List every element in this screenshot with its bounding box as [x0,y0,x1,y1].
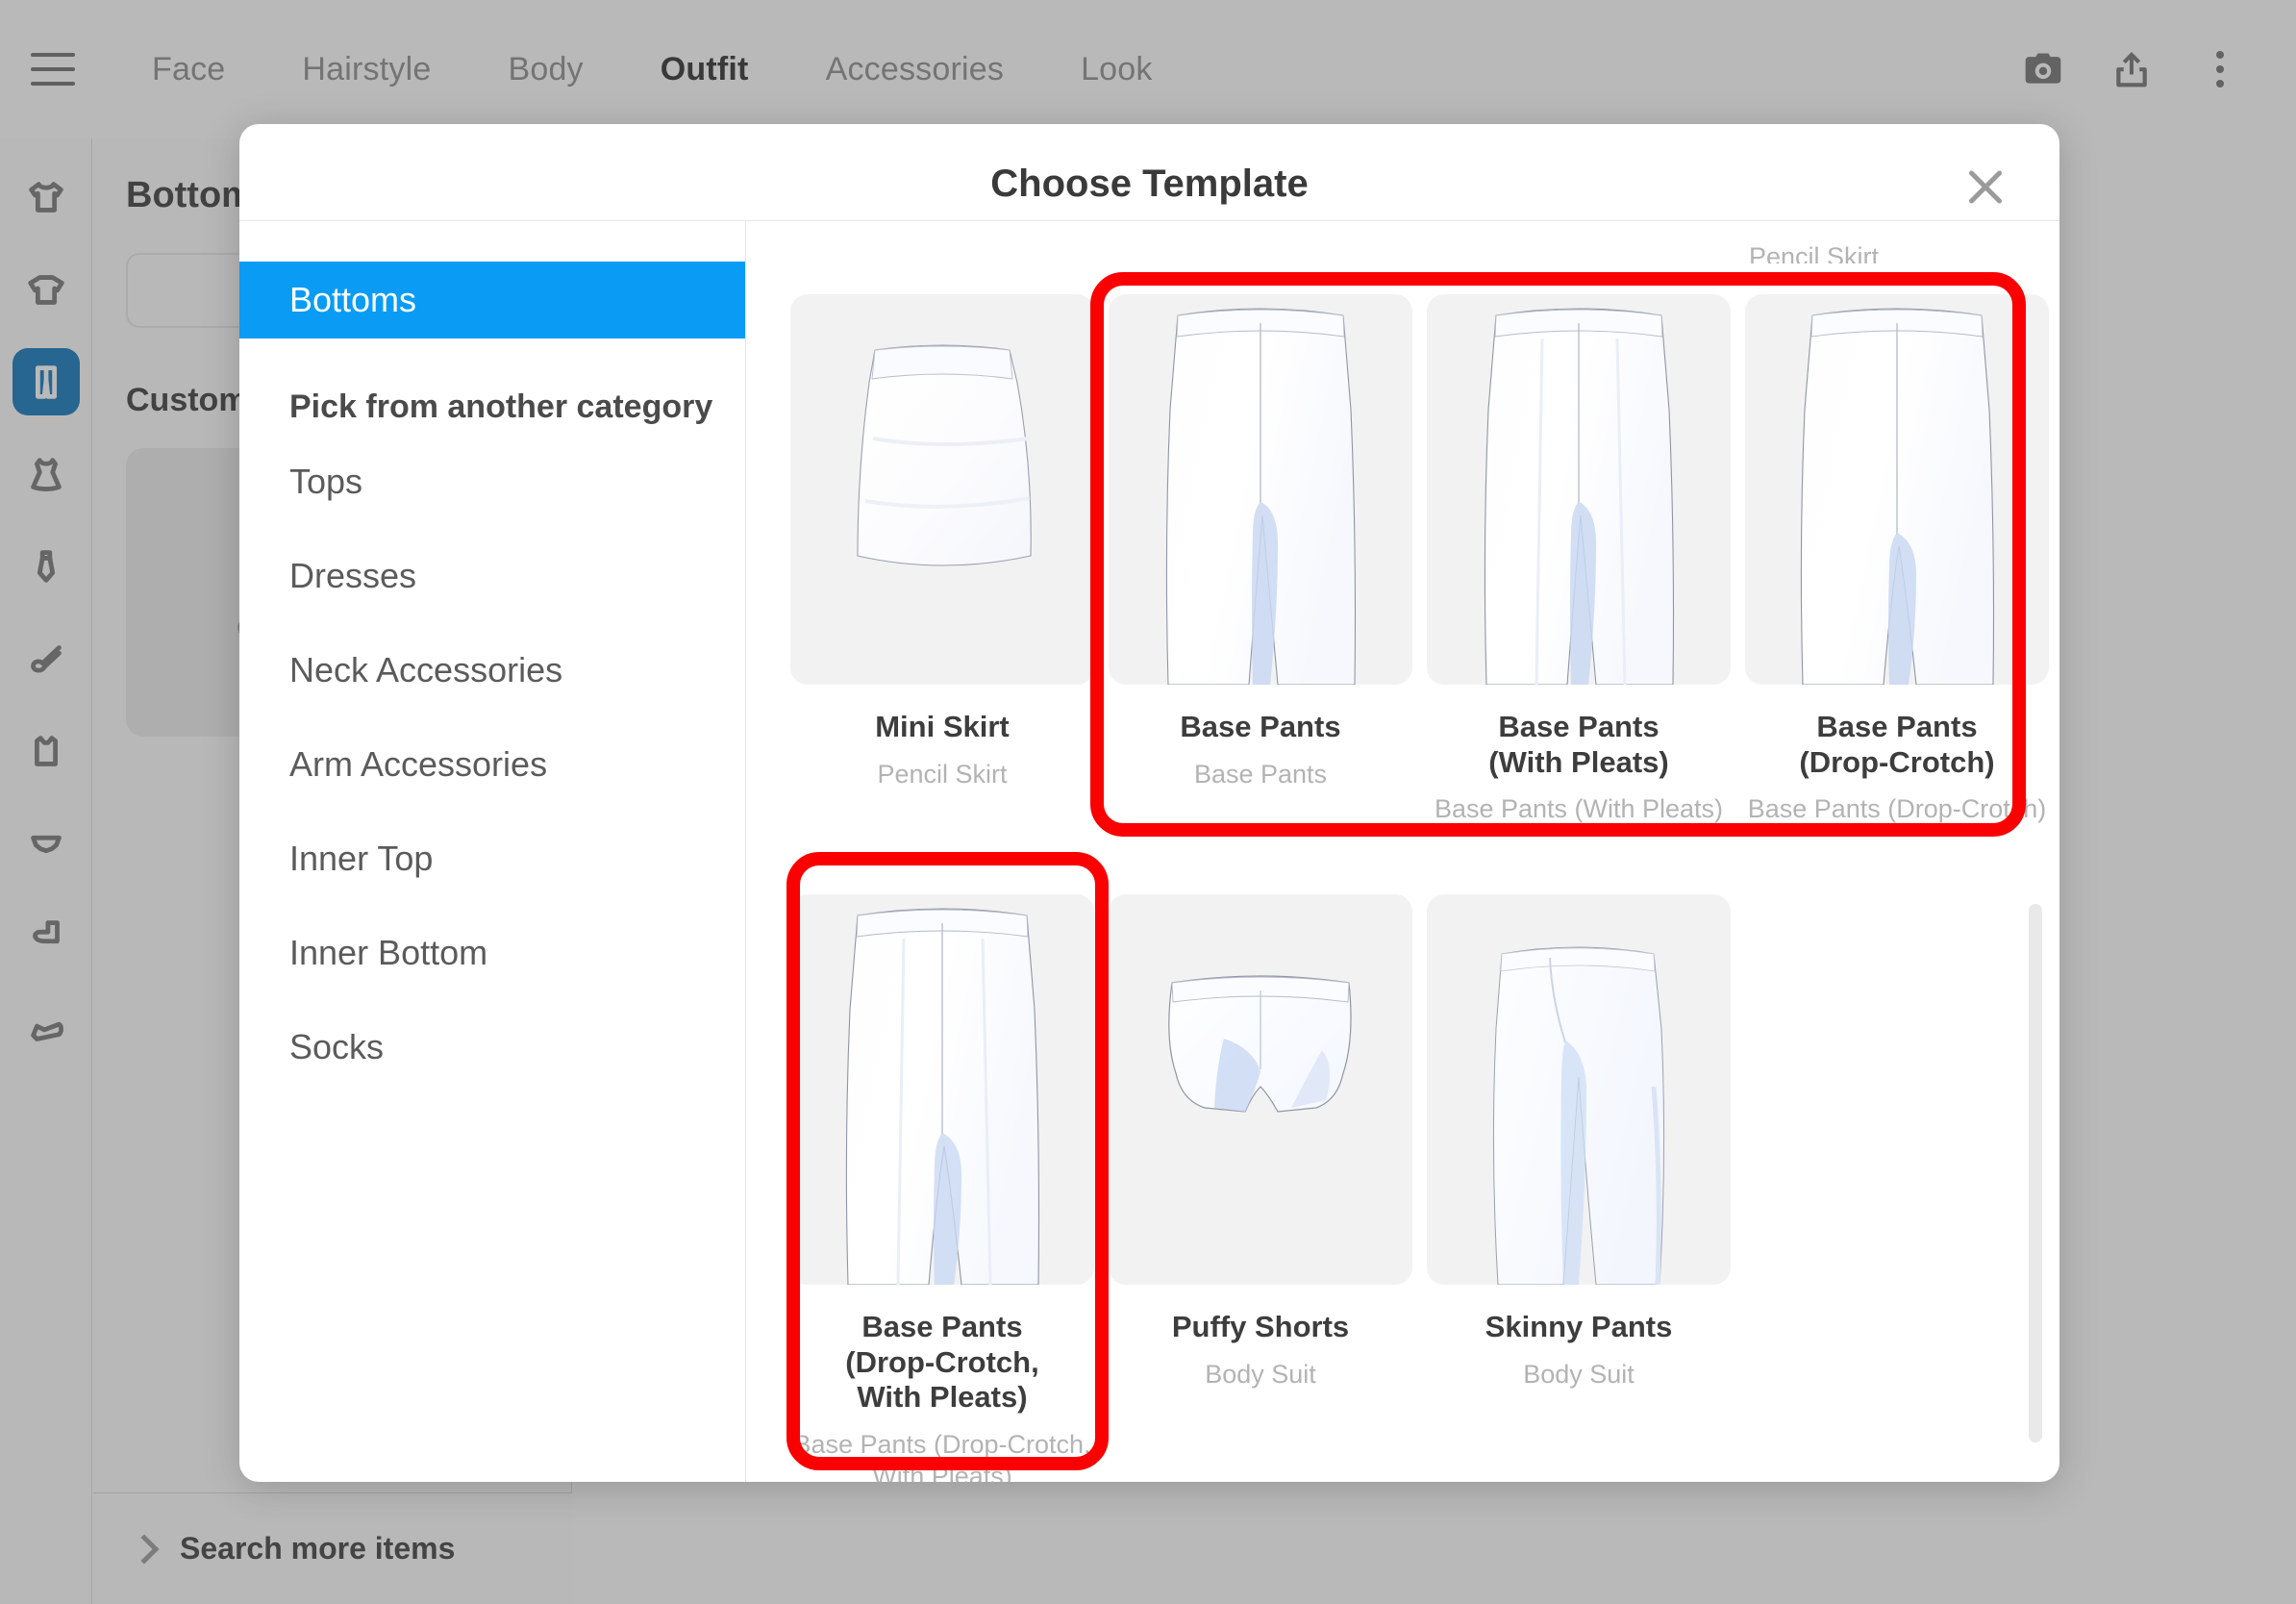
choose-template-modal: Choose Template Bottoms Pick from anothe… [239,124,2059,1482]
clipped-previous-row-label: Pencil Skirt [1749,242,1879,263]
modal-header: Choose Template [239,124,2059,220]
template-subtitle: Base Pants (With Pleats) [1427,793,1731,825]
template-grid-row-2: Base Pants(Drop-Crotch,With Pleats) Base… [790,894,2015,1482]
template-card-base-pants[interactable]: Base Pants Base Pants [1109,294,1412,825]
template-card-base-pants-drop-crotch-with-pleats[interactable]: Base Pants(Drop-Crotch,With Pleats) Base… [790,894,1094,1482]
template-card-base-pants-drop-crotch[interactable]: Base Pants(Drop-Crotch) Base Pants (Drop… [1745,294,2049,825]
template-name: Skinny Pants [1427,1310,1731,1345]
template-name: Base Pants(With Pleats) [1427,710,1731,780]
sidebar-section-heading: Pick from another category [239,388,745,426]
template-subtitle: Base Pants (Drop-Crotch,With Pleats) [790,1429,1094,1482]
template-subtitle: Base Pants [1109,759,1412,790]
sidebar-item-inner-top[interactable]: Inner Top [239,820,745,897]
sidebar-item-bottoms[interactable]: Bottoms [239,262,745,338]
modal-title: Choose Template [239,163,2059,206]
vertical-scrollbar[interactable] [2029,904,2042,1442]
thumbnail-puffy-shorts [1109,894,1412,1285]
thumbnail-base-pants-drop-crotch [1745,294,2049,685]
template-name: Base Pants [1109,710,1412,745]
template-card-base-pants-with-pleats[interactable]: Base Pants(With Pleats) Base Pants (With… [1427,294,1731,825]
template-grid-row-1: Mini Skirt Pencil Skirt [790,294,2015,825]
thumbnail-base-pants-drop-crotch-with-pleats [790,894,1094,1285]
template-name: Mini Skirt [790,710,1094,745]
template-grid-panel: Pencil Skirt [746,220,2059,1482]
sidebar-item-inner-bottom[interactable]: Inner Bottom [239,915,745,991]
thumbnail-base-pants [1109,294,1412,685]
sidebar-item-dresses[interactable]: Dresses [239,538,745,614]
template-name: Puffy Shorts [1109,1310,1412,1345]
template-subtitle: Body Suit [1427,1359,1731,1391]
template-subtitle: Pencil Skirt [790,759,1094,790]
template-scroll-area[interactable]: Pencil Skirt [746,221,2059,1482]
sidebar-item-socks[interactable]: Socks [239,1009,745,1086]
template-card-mini-skirt[interactable]: Mini Skirt Pencil Skirt [790,294,1094,825]
template-name: Base Pants(Drop-Crotch,With Pleats) [790,1310,1094,1416]
sidebar-item-tops[interactable]: Tops [239,443,745,520]
template-name: Base Pants(Drop-Crotch) [1745,710,2049,780]
thumbnail-skinny-pants [1427,894,1731,1285]
template-card-skinny-pants[interactable]: Skinny Pants Body Suit [1427,894,1731,1482]
thumbnail-base-pants-with-pleats [1427,294,1731,685]
template-subtitle: Body Suit [1109,1359,1412,1391]
sidebar-item-neck-accessories[interactable]: Neck Accessories [239,632,745,709]
template-subtitle: Base Pants (Drop-Crotch) [1745,793,2049,825]
modal-body: Bottoms Pick from another category Tops … [239,220,2059,1482]
template-card-puffy-shorts[interactable]: Puffy Shorts Body Suit [1109,894,1412,1482]
thumbnail-mini-skirt [790,294,1094,685]
close-icon[interactable] [1963,164,2008,209]
modal-category-sidebar: Bottoms Pick from another category Tops … [239,220,746,1482]
sidebar-item-arm-accessories[interactable]: Arm Accessories [239,726,745,803]
